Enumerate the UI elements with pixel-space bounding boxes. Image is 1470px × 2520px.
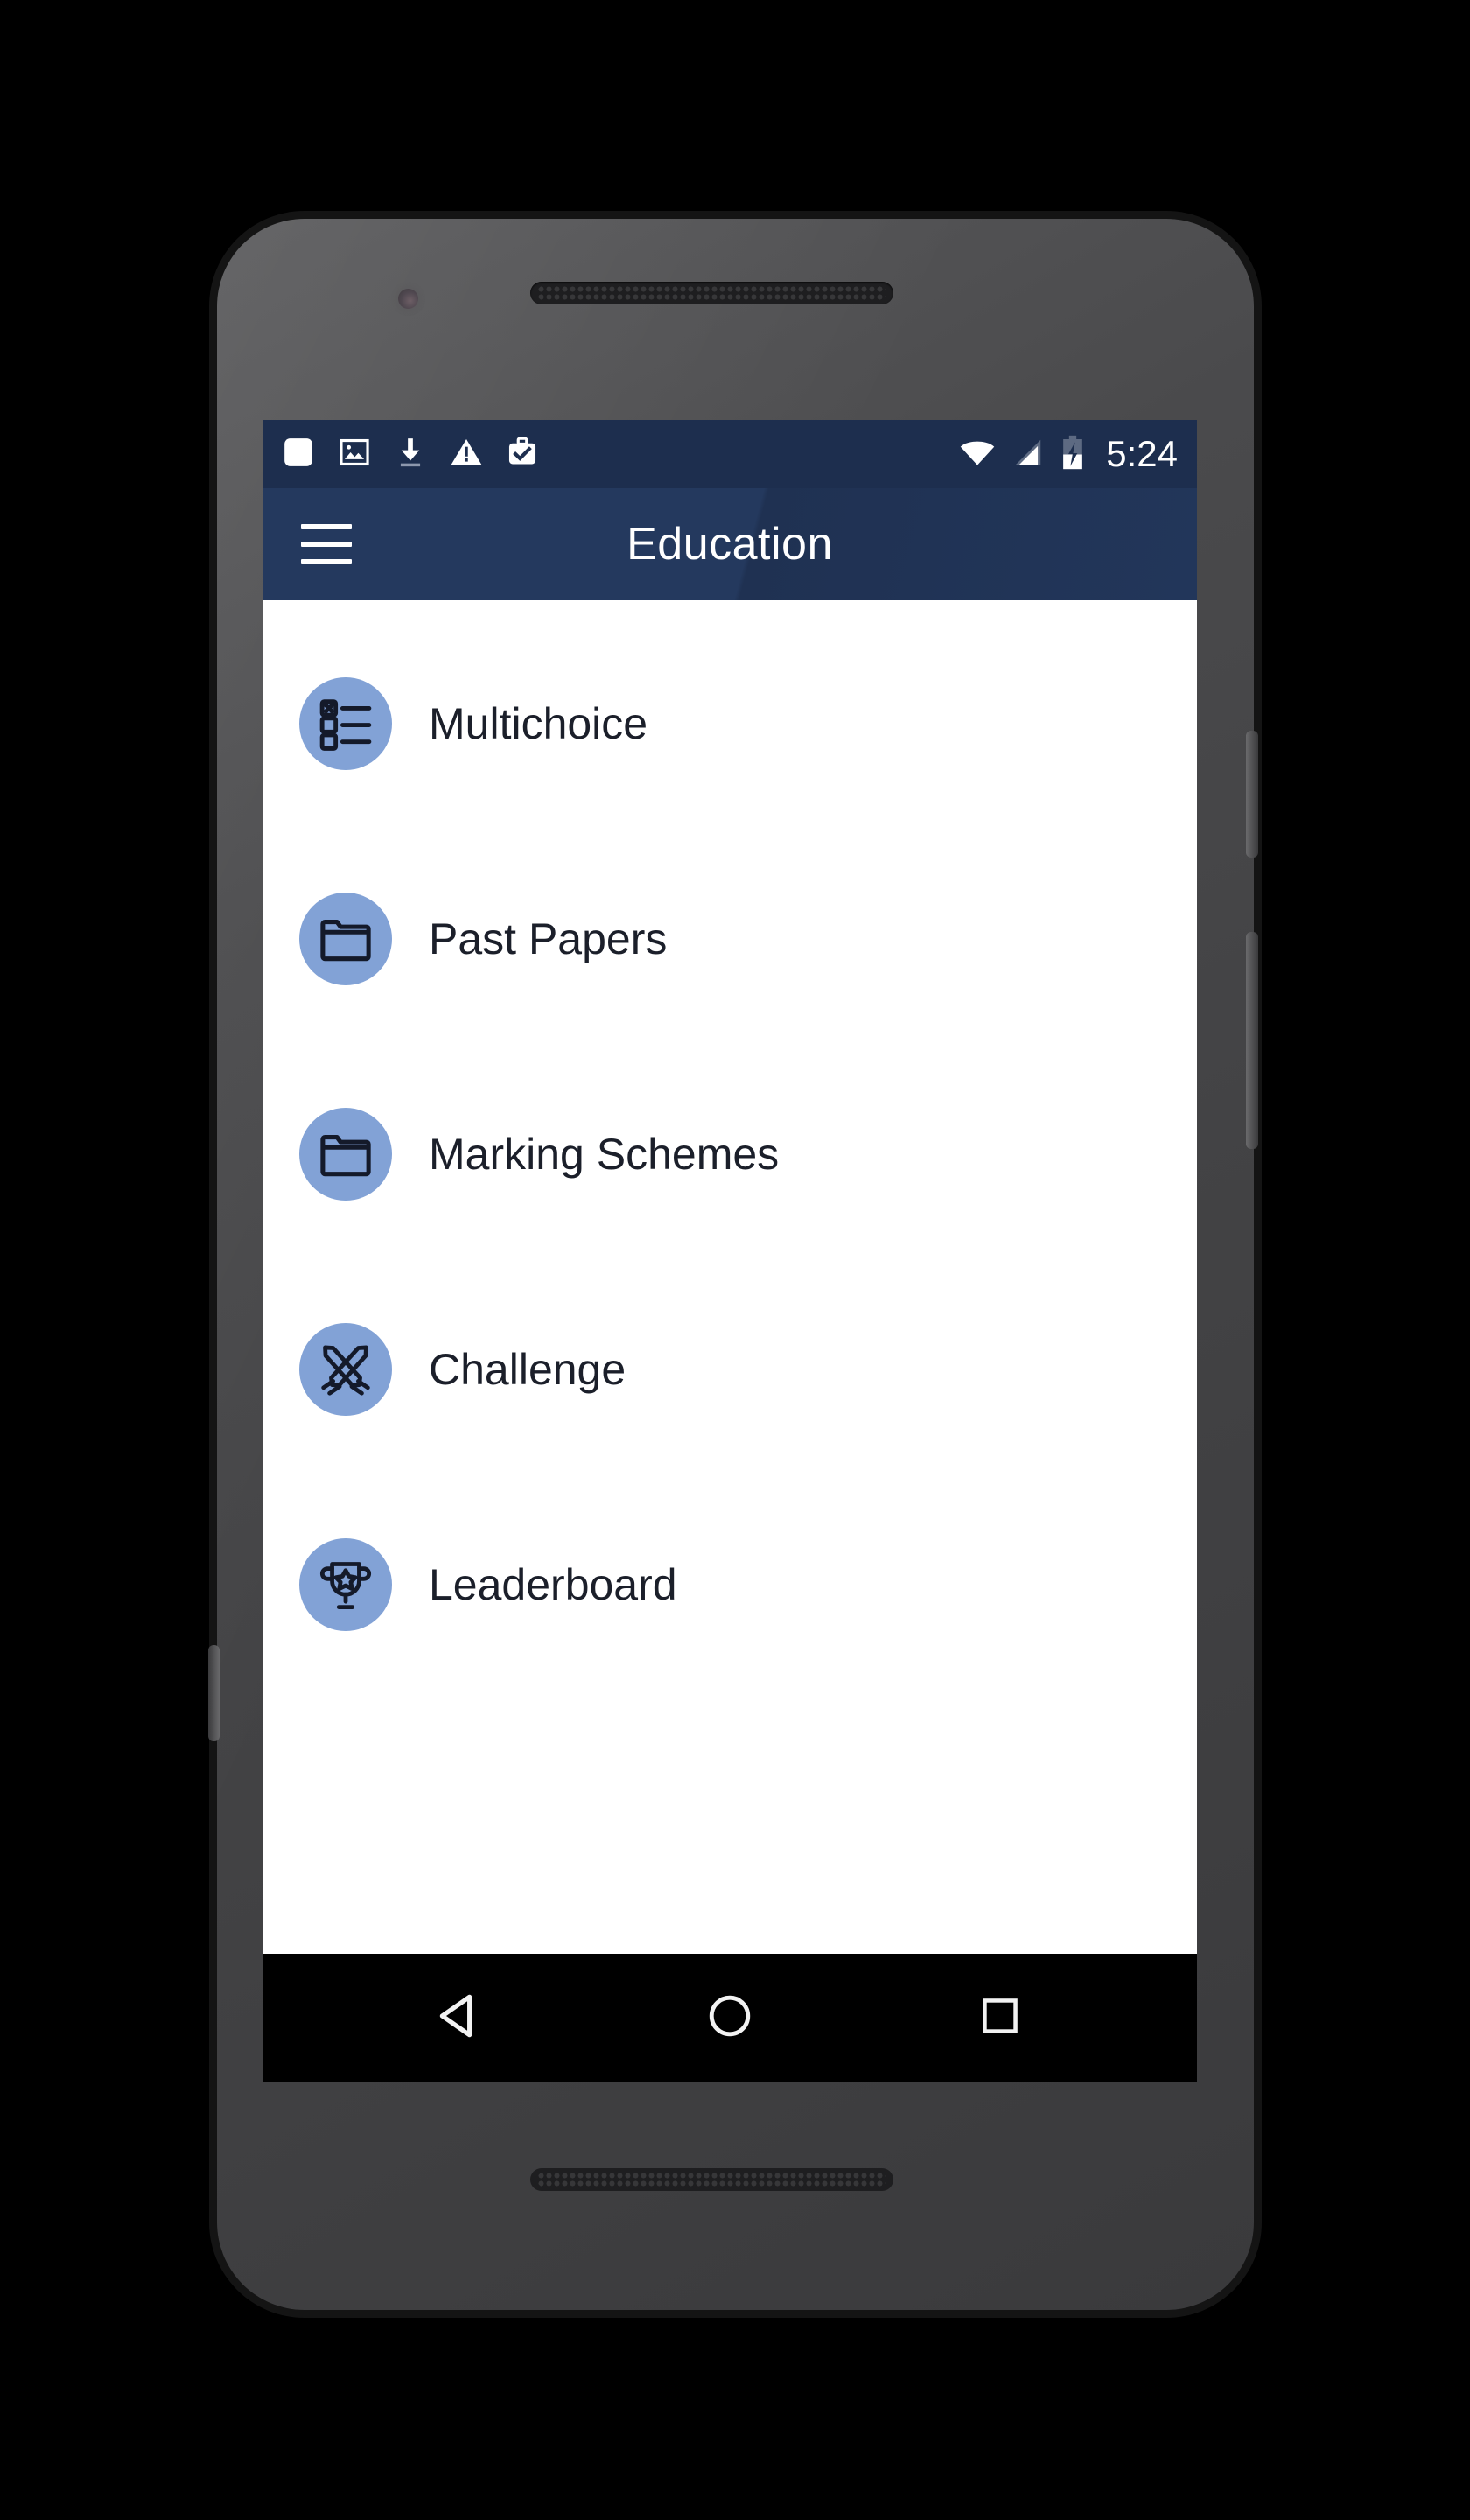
crossed-swords-icon (318, 1341, 374, 1397)
left-side-button[interactable] (208, 1645, 220, 1741)
status-bar-clock: 5:24 (1106, 433, 1178, 474)
trophy-star-icon (318, 1557, 374, 1613)
image-notification-icon (338, 436, 371, 473)
volume-button[interactable] (1246, 932, 1258, 1149)
status-bar: 5:24 (262, 420, 1197, 488)
folder-icon (318, 1126, 374, 1182)
wifi-icon (958, 436, 997, 473)
avatar (299, 892, 392, 985)
work-profile-icon (506, 436, 539, 473)
avatar (299, 1538, 392, 1631)
avatar (299, 1108, 392, 1200)
home-button[interactable] (677, 1975, 782, 2062)
status-bar-system-icons: 5:24 (958, 433, 1178, 475)
phone-screen: 5:24 Education Multichoice Past Papers M… (262, 420, 1197, 2082)
checklist-icon (318, 696, 373, 751)
front-camera (398, 289, 418, 309)
power-button[interactable] (1246, 731, 1258, 858)
status-bar-notification-icons (282, 436, 539, 473)
avatar (299, 1323, 392, 1416)
menu-list: Multichoice Past Papers Marking Schemes … (262, 600, 1197, 1954)
list-item-label: Challenge (429, 1345, 626, 1394)
hamburger-line (301, 542, 352, 547)
avatar (299, 677, 392, 770)
cellular-signal-icon (1012, 436, 1045, 473)
recents-button[interactable] (948, 1975, 1053, 2062)
page-title: Education (626, 519, 833, 570)
list-item-challenge[interactable]: Challenge (262, 1262, 1197, 1477)
list-item-label: Leaderboard (429, 1560, 677, 1609)
earpiece-speaker (530, 282, 893, 304)
list-item-leaderboard[interactable]: Leaderboard (262, 1477, 1197, 1692)
back-triangle-icon (432, 1989, 486, 2048)
bottom-speaker (530, 2168, 893, 2191)
app-bar: Education (262, 488, 1197, 600)
warning-notification-icon (450, 436, 483, 473)
list-item-past-papers[interactable]: Past Papers (262, 831, 1197, 1046)
download-notification-icon (394, 436, 427, 473)
list-item-multichoice[interactable]: Multichoice (262, 616, 1197, 831)
battery-charging-icon (1060, 435, 1086, 474)
list-item-label: Multichoice (429, 699, 648, 748)
back-button[interactable] (407, 1975, 512, 2062)
recents-square-icon (976, 1992, 1024, 2044)
folder-icon (318, 911, 374, 967)
blank-notification-icon (282, 436, 315, 473)
navigation-bar (262, 1954, 1197, 2082)
list-item-label: Marking Schemes (429, 1130, 780, 1179)
list-item-label: Past Papers (429, 914, 668, 963)
list-item-marking-schemes[interactable]: Marking Schemes (262, 1046, 1197, 1262)
hamburger-line (301, 559, 352, 564)
hamburger-line (301, 524, 352, 529)
home-circle-icon (704, 1991, 755, 2046)
hamburger-menu-icon[interactable] (301, 524, 352, 564)
